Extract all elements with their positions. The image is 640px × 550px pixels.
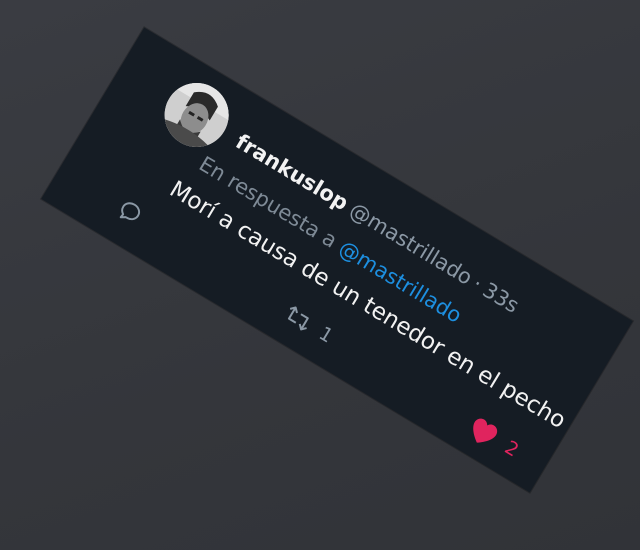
- tweet-card[interactable]: frankuslop@mastrillado·33s En respuesta …: [41, 27, 633, 493]
- retweet-button[interactable]: 1: [280, 301, 337, 348]
- tweet-actions: 1 2: [41, 27, 633, 492]
- screen: frankuslop@mastrillado·33s En respuesta …: [0, 0, 640, 550]
- like-count: 2: [501, 435, 523, 462]
- retweet-count: 1: [315, 321, 337, 348]
- heart-icon: [473, 418, 498, 443]
- reply-bubble-icon: [119, 202, 141, 221]
- retweet-icon: [287, 306, 309, 331]
- reply-button[interactable]: [113, 194, 149, 230]
- like-button[interactable]: 2: [463, 412, 524, 464]
